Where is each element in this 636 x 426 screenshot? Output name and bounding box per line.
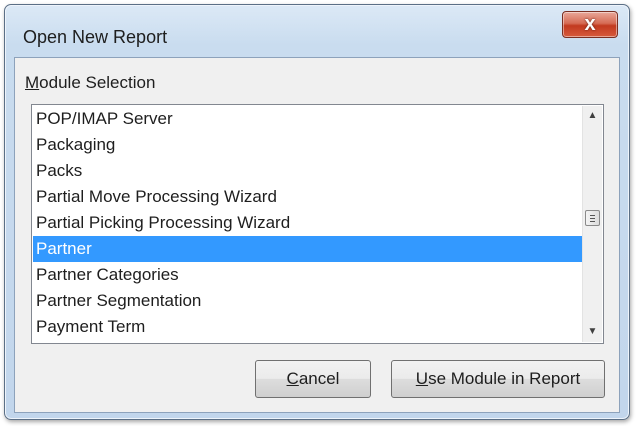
use-label: se Module in Report xyxy=(428,369,581,388)
dialog-content: Module Selection POP/IMAP Server Packagi… xyxy=(14,57,620,413)
close-button[interactable]: x xyxy=(562,11,618,38)
dialog-title: Open New Report xyxy=(23,27,168,47)
grip-line xyxy=(590,218,595,219)
list-item[interactable]: Payment Term xyxy=(33,314,582,340)
list-item[interactable]: Partner Categories xyxy=(33,262,582,288)
list-item-selected[interactable]: Partner xyxy=(33,236,582,262)
cancel-mnemonic: C xyxy=(286,369,299,388)
module-selection-label: Module Selection xyxy=(25,73,155,93)
scroll-up-arrow-icon[interactable]: ▲ xyxy=(583,106,602,126)
module-list-items: POP/IMAP Server Packaging Packs Partial … xyxy=(33,106,582,340)
list-item[interactable]: POP/IMAP Server xyxy=(33,106,582,132)
close-icon: x xyxy=(584,13,596,35)
cancel-button[interactable]: Cancel xyxy=(255,360,371,398)
module-selection-mnemonic: M xyxy=(25,73,40,92)
open-new-report-dialog: Open New Report x Module Selection POP/I… xyxy=(4,4,630,420)
grip-line xyxy=(590,215,595,216)
module-selection-label-text: odule Selection xyxy=(39,73,156,92)
list-item[interactable]: Partial Picking Processing Wizard xyxy=(33,210,582,236)
scroll-down-arrow-icon[interactable]: ▼ xyxy=(583,322,602,342)
grip-line xyxy=(590,221,595,222)
use-module-in-report-button[interactable]: Use Module in Report xyxy=(391,360,605,398)
use-mnemonic: U xyxy=(415,369,429,388)
list-item[interactable]: Partial Move Processing Wizard xyxy=(33,184,582,210)
list-item[interactable]: Partner Segmentation xyxy=(33,288,582,314)
module-list[interactable]: POP/IMAP Server Packaging Packs Partial … xyxy=(31,104,604,344)
list-item[interactable]: Packs xyxy=(33,158,582,184)
vertical-scrollbar[interactable]: ▲ ▼ xyxy=(582,106,602,342)
cancel-label: ancel xyxy=(298,369,340,388)
scroll-thumb[interactable] xyxy=(585,210,600,226)
list-item[interactable]: Packaging xyxy=(33,132,582,158)
